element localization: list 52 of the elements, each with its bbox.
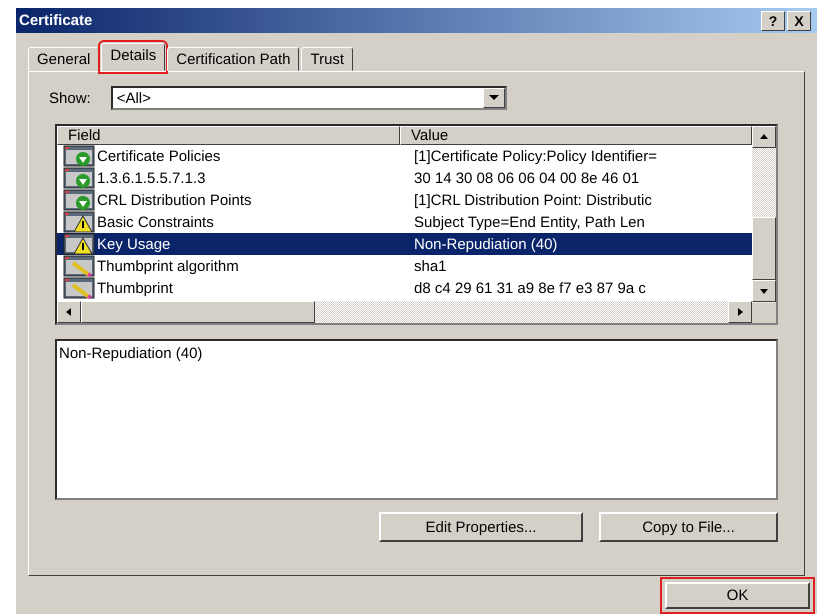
horizontal-scrollbar[interactable] [57, 301, 752, 323]
tab[interactable]: General [28, 47, 100, 71]
close-button[interactable]: X [787, 10, 811, 30]
scrollbar-corner [752, 302, 776, 323]
certificate-warning-icon [63, 233, 95, 255]
certificate-pencil-icon [63, 255, 95, 277]
window-title: Certificate [19, 12, 92, 29]
value-detail-box[interactable]: Non-Repudiation (40) [55, 339, 778, 500]
field-value: [1]Certificate Policy:Policy Identifier= [414, 148, 658, 164]
scroll-thumb[interactable] [752, 216, 776, 280]
field-value: Subject Type=End Entity, Path Len [414, 214, 645, 230]
vertical-scrollbar[interactable] [752, 126, 776, 323]
scroll-down-icon[interactable] [752, 280, 776, 302]
certificate-download-icon [63, 167, 95, 189]
field-value: d8 c4 29 61 31 a9 8e f7 e3 87 9a c [414, 280, 646, 296]
certificate-warning-icon [63, 211, 95, 233]
field-name: CRL Distribution Points [97, 192, 252, 208]
scroll-thumb[interactable] [81, 301, 315, 323]
field-value: [1]CRL Distribution Point: Distributic [414, 192, 652, 208]
scroll-left-icon[interactable] [57, 301, 81, 323]
list-row[interactable]: Key Usage Non-Repudiation (40) [57, 233, 752, 255]
certificate-download-icon [63, 145, 95, 167]
scroll-right-icon[interactable] [728, 301, 752, 323]
certificate-pencil-icon [63, 277, 95, 299]
field-value: sha1 [414, 258, 447, 274]
field-name: 1.3.6.1.5.5.7.1.3 [97, 170, 206, 186]
field-value: Non-Repudiation (40) [414, 236, 558, 252]
list-row[interactable]: CRL Distribution Points [1]CRL Distribution Point: Distributic [57, 189, 752, 211]
list-row[interactable]: Basic Constraints Subject Type=End Entity, Path Len [57, 211, 752, 233]
tab[interactable]: Certification Path [167, 47, 300, 71]
field-value: 30 14 30 08 06 06 04 00 8e 46 01 [414, 170, 640, 186]
list-row[interactable]: 1.3.6.1.5.5.7.1.3 30 14 30 08 06 06 04 00 8e 46 01 [57, 167, 752, 189]
certificate-download-icon [63, 189, 95, 211]
edit-properties-button[interactable]: Edit Properties... [379, 512, 583, 542]
column-header[interactable]: Field [57, 126, 400, 145]
field-name: Key Usage [97, 236, 170, 252]
field-name: Thumbprint algorithm [97, 258, 239, 274]
tab[interactable]: Details [101, 43, 166, 71]
field-name: Basic Constraints [97, 214, 214, 230]
help-button[interactable]: ? [761, 10, 785, 30]
list-row[interactable]: Thumbprint d8 c4 29 61 31 a9 8e f7 e3 87 9a c [57, 277, 752, 299]
show-dropdown[interactable]: <All> [110, 86, 507, 110]
scroll-up-icon[interactable] [752, 126, 776, 148]
column-header[interactable]: Value [400, 126, 752, 145]
field-name: Certificate Policies [97, 148, 220, 164]
copy-to-file-button[interactable]: Copy to File... [599, 512, 778, 542]
list-row[interactable]: Certificate Policies [1]Certificate Policy:Policy Identifier= [57, 145, 752, 167]
show-label: Show: [49, 90, 91, 106]
field-name: Thumbprint [97, 280, 173, 296]
detail-text: Non-Repudiation (40) [59, 345, 202, 362]
tab[interactable]: Trust [301, 47, 354, 71]
ok-button[interactable]: OK [665, 582, 810, 609]
